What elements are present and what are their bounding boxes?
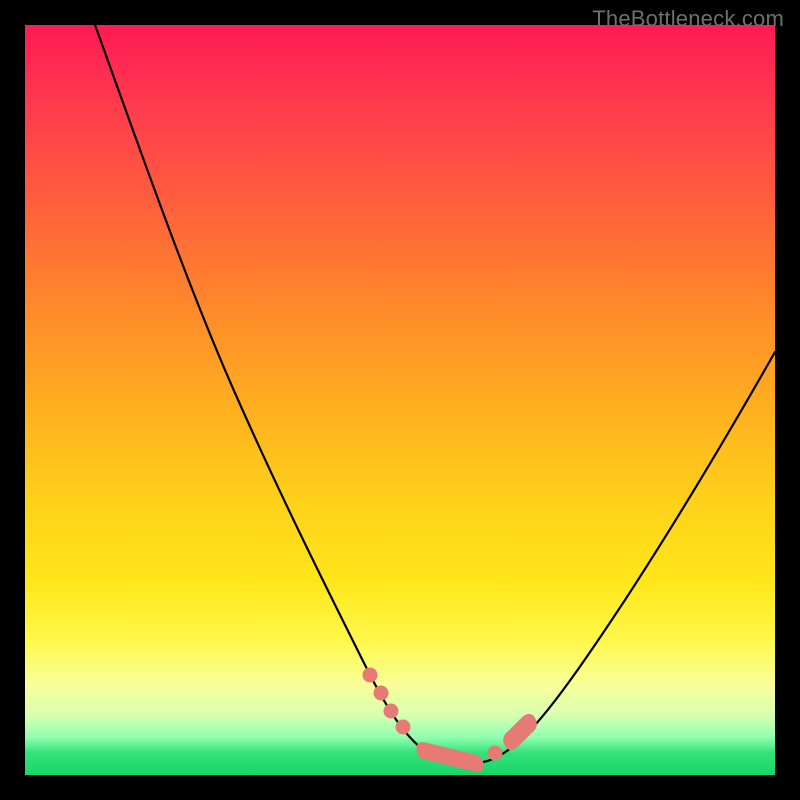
bead-dot <box>363 668 377 682</box>
bead-capsule <box>504 714 537 749</box>
curve-svg <box>25 25 775 775</box>
bead-dot <box>488 746 502 760</box>
bead-dot <box>374 686 388 700</box>
trough-beads <box>363 668 536 771</box>
outer-frame: TheBottleneck.com <box>0 0 800 800</box>
watermark-text: TheBottleneck.com <box>592 6 784 32</box>
bead-dot <box>384 704 398 718</box>
bead-dot <box>396 720 410 734</box>
bottleneck-curve <box>95 25 775 763</box>
bead-capsule <box>417 743 483 772</box>
plot-area <box>25 25 775 775</box>
